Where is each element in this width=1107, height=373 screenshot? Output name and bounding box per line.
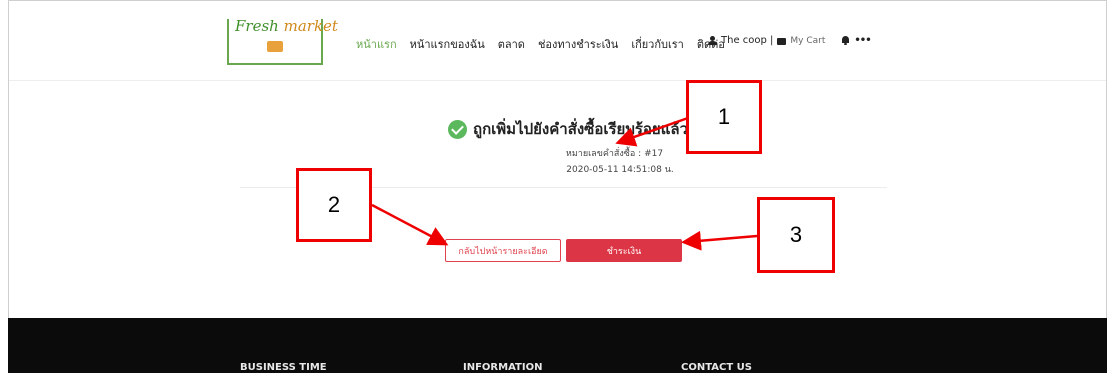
footer-heading-contact-us: CONTACT US [681,362,752,373]
order-timestamp: 2020-05-11 14:51:08 น. [566,165,674,175]
basket-icon [267,41,283,52]
more-menu-icon[interactable]: ••• [854,35,871,46]
nav-links: หน้าแรก หน้าแรกของฉัน ตลาด ช่องทางชำระเง… [356,35,725,53]
logo-text: Fresh market [235,17,338,35]
footer-heading-business-time: BUSINESS TIME [240,362,327,373]
pay-button[interactable]: ชำระเงิน [566,239,682,262]
nav-item-market[interactable]: ตลาด [498,35,525,53]
order-number: หมายเลขคำสั่งซื้อ : #17 [565,149,664,159]
callout-2: 2 [296,168,372,242]
back-to-details-button[interactable]: กลับไปหน้ารายละเอียด [445,239,561,262]
callout-3: 3 [757,197,835,273]
shopping-bag-icon [777,38,787,45]
user-icon [708,36,717,45]
check-circle-icon [448,119,467,139]
user-menu[interactable]: The coop | [721,35,773,46]
nav-item-home[interactable]: หน้าแรก [356,35,397,53]
callout-1: 1 [686,80,762,154]
nav-item-about-us[interactable]: เกี่ยวกับเรา [631,35,684,53]
success-text: ถูกเพิ่มไปยังคำสั่งซื้อเรียบร้อยแล้ว [473,120,689,138]
nav-user-area: The coop | My Cart ••• [708,35,872,46]
my-cart-link[interactable]: My Cart [790,36,825,46]
footer-heading-information: INFORMATION [463,362,543,373]
nav-item-my-home[interactable]: หน้าแรกของฉัน [410,35,485,53]
footer: BUSINESS TIME INFORMATION CONTACT US [8,318,1107,373]
bell-icon[interactable] [841,36,850,45]
fresh-market-logo[interactable]: Fresh market [227,17,338,65]
nav-item-payment-channels[interactable]: ช่องทางชำระเงิน [538,35,618,53]
order-success-message: ถูกเพิ่มไปยังคำสั่งซื้อเรียบร้อยแล้ว [448,117,688,141]
